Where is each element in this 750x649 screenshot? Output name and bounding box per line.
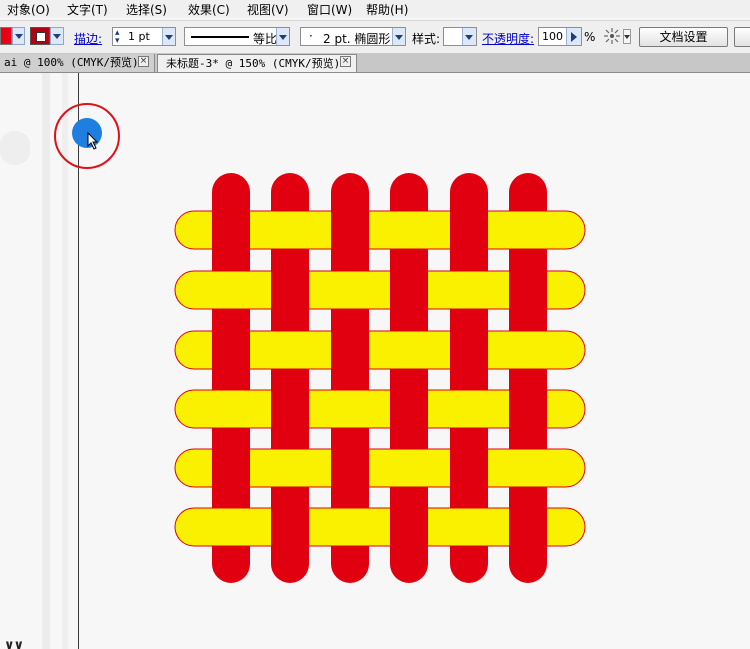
weave-crossing-over[interactable] — [508, 331, 548, 369]
menu-type[interactable]: 文字(T) — [67, 1, 108, 18]
stroke-weight-value: 1 pt — [128, 30, 150, 43]
stroke-dropdown-button[interactable] — [50, 27, 64, 45]
chevron-down-icon[interactable] — [392, 28, 405, 45]
opacity-input[interactable]: 100 — [538, 27, 582, 46]
tab-label: 未标题-3* @ 150% (CMYK/预览) — [166, 57, 341, 70]
weave-crossing-over[interactable] — [330, 508, 370, 546]
weave-crossing-over[interactable] — [270, 449, 310, 487]
graphic-style-select[interactable] — [443, 27, 477, 46]
stroke-profile-value: 等比 — [253, 32, 278, 46]
opacity-label-link[interactable]: 不透明度: — [482, 30, 534, 47]
document-setup-button[interactable]: 文档设置 — [639, 27, 728, 47]
menu-object[interactable]: 对象(O) — [7, 1, 50, 18]
fill-dropdown-button[interactable] — [12, 27, 25, 45]
menu-bar: 对象(O) 文字(T) 选择(S) 效果(C) 视图(V) 窗口(W) 帮助(H… — [0, 0, 750, 18]
stroke-color-swatch[interactable] — [30, 27, 50, 45]
style-label: 样式: — [412, 32, 441, 46]
menu-select[interactable]: 选择(S) — [126, 1, 167, 18]
menu-effect[interactable]: 效果(C) — [188, 1, 230, 18]
tab-document-1[interactable]: ai @ 100% (CMYK/预览) — [0, 54, 155, 72]
preferences-button[interactable] — [734, 27, 750, 47]
weave-crossing-over[interactable] — [211, 271, 251, 309]
weave-crossing-over[interactable] — [270, 211, 310, 249]
control-toolbar: 描边: ▴ ▾ 1 pt 等比 · 2 pt. 椭圆形 样式: 不透明度: 100… — [0, 20, 750, 54]
stroke-weight-field[interactable]: ▴ ▾ 1 pt — [112, 27, 176, 46]
menu-window[interactable]: 窗口(W) — [307, 1, 352, 18]
stroke-label-link[interactable]: 描边: — [74, 30, 102, 47]
weave-crossing-over[interactable] — [389, 449, 429, 487]
cursor-highlight — [54, 103, 120, 169]
stroke-profile-line-icon — [191, 36, 249, 38]
weave-crossing-over[interactable] — [449, 390, 489, 428]
chevron-down-icon — [624, 35, 630, 39]
weave-crossing-over[interactable] — [508, 449, 548, 487]
menu-help[interactable]: 帮助(H) — [366, 1, 408, 18]
variable-width-profile-select[interactable]: 等比 — [184, 27, 290, 46]
menu-view[interactable]: 视图(V) — [247, 1, 289, 18]
opacity-value: 100 — [542, 30, 563, 43]
opacity-unit: % — [584, 30, 596, 44]
close-icon[interactable]: × — [340, 56, 351, 67]
weave-crossing-over[interactable] — [449, 508, 489, 546]
weave-crossing-over[interactable] — [449, 271, 489, 309]
brush-definition-select[interactable]: · 2 pt. 椭圆形 — [300, 27, 406, 46]
weave-crossing-over[interactable] — [389, 331, 429, 369]
weave-crossing-over[interactable] — [211, 508, 251, 546]
chevron-down-icon[interactable] — [162, 28, 175, 45]
document-tab-bar: ai @ 100% (CMYK/预览) × 未标题-3* @ 150% (CMY… — [0, 53, 750, 73]
canvas-corner-fragment: ∨∨ — [4, 638, 24, 649]
opacity-slider-button[interactable] — [566, 28, 581, 45]
weave-crossing-over[interactable] — [330, 271, 370, 309]
chevron-down-icon[interactable] — [462, 28, 476, 45]
recolor-options-button[interactable] — [623, 29, 631, 44]
recolor-artwork-icon[interactable] — [602, 27, 622, 46]
weave-crossing-over[interactable] — [330, 390, 370, 428]
close-icon[interactable]: × — [138, 56, 149, 67]
artboard-canvas[interactable]: ∨∨ — [0, 73, 750, 649]
stepper-icon[interactable]: ▴ ▾ — [115, 29, 120, 46]
tab-document-2[interactable]: 未标题-3* @ 150% (CMYK/预览) — [157, 54, 357, 72]
tab-label: ai @ 100% (CMYK/预览) — [4, 56, 139, 69]
brush-value: 2 pt. 椭圆形 — [323, 32, 391, 46]
weave-crossing-over[interactable] — [211, 390, 251, 428]
cursor-click-dot — [72, 118, 102, 148]
chevron-down-icon[interactable] — [276, 28, 289, 45]
weave-crossing-over[interactable] — [270, 331, 310, 369]
fill-color-swatch[interactable] — [0, 27, 12, 45]
weave-crossing-over[interactable] — [508, 211, 548, 249]
weave-crossing-over[interactable] — [389, 211, 429, 249]
chevron-right-icon — [571, 32, 577, 42]
brush-dot-icon: · — [309, 29, 313, 43]
